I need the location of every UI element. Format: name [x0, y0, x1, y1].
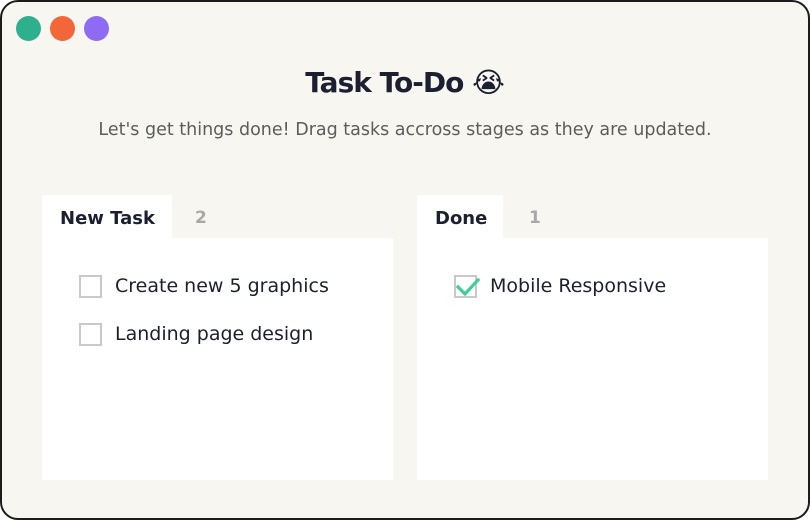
- tab-done-label: Done: [435, 208, 488, 229]
- checkmark-icon: [455, 277, 481, 296]
- page-title: Task To-Do 😭: [2, 66, 808, 99]
- task-item-create-graphics[interactable]: Create new 5 graphics: [79, 273, 329, 299]
- new-task-panel: Create new 5 graphics Landing page desig…: [42, 238, 393, 480]
- window-control-green[interactable]: [16, 16, 41, 41]
- task-item-mobile-responsive[interactable]: Mobile Responsive: [454, 273, 666, 299]
- task-label: Mobile Responsive: [490, 275, 667, 297]
- window-control-purple[interactable]: [84, 16, 109, 41]
- page-subtitle: Let's get things done! Drag tasks accros…: [98, 120, 712, 140]
- tab-done-count: 1: [529, 208, 541, 228]
- task-checkbox[interactable]: [79, 274, 102, 298]
- task-label: Landing page design: [115, 323, 314, 345]
- window-control-orange[interactable]: [50, 16, 75, 41]
- task-checkbox-checked[interactable]: [454, 274, 481, 298]
- tab-done[interactable]: Done: [417, 195, 503, 238]
- app-window: Task To-Do 😭 Let's get things done! Drag…: [0, 0, 810, 520]
- page-title-text: Task To-Do: [305, 66, 464, 99]
- tab-new-task[interactable]: New Task: [42, 195, 172, 238]
- done-panel: Mobile Responsive: [417, 238, 768, 480]
- task-label: Create new 5 graphics: [115, 275, 329, 297]
- tab-new-task-label: New Task: [60, 208, 155, 229]
- tab-new-task-count: 2: [195, 208, 207, 228]
- task-checkbox[interactable]: [79, 322, 102, 346]
- task-item-landing-page[interactable]: Landing page design: [79, 321, 313, 347]
- crying-face-icon: 😭: [472, 66, 505, 99]
